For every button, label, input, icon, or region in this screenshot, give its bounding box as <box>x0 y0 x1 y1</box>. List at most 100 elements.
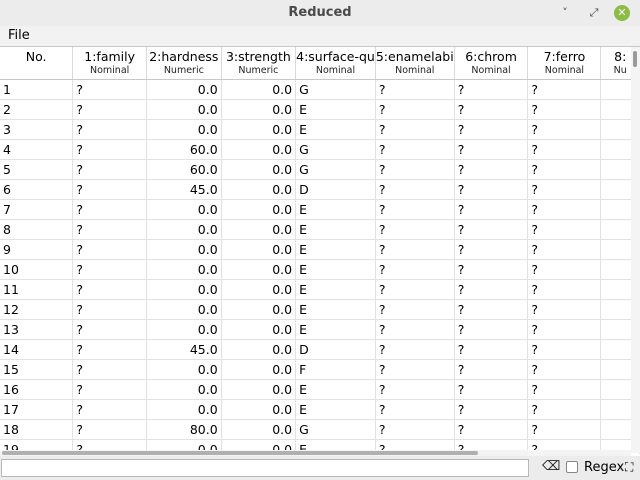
table-cell[interactable]: 0.0 <box>221 359 297 380</box>
table-cell[interactable]: 13 <box>0 319 74 340</box>
table-cell[interactable]: 0.0 <box>221 319 297 340</box>
table-cell[interactable]: G <box>295 419 376 440</box>
table-cell[interactable]: E <box>295 279 376 300</box>
table-cell[interactable]: 18 <box>0 419 74 440</box>
table-cell[interactable]: 0.0 <box>146 199 222 220</box>
table-cell[interactable]: G <box>295 79 376 100</box>
table-cell[interactable]: 12 <box>0 299 74 320</box>
table-cell[interactable]: 0.0 <box>221 159 297 180</box>
table-cell[interactable]: ? <box>454 179 529 200</box>
table-cell[interactable]: ? <box>454 359 529 380</box>
table-cell[interactable]: 0.0 <box>146 259 222 280</box>
table-cell[interactable]: ? <box>527 159 602 180</box>
table-cell[interactable]: ? <box>375 239 455 260</box>
table-cell[interactable]: ? <box>375 299 455 320</box>
table-cell[interactable]: 11 <box>0 279 74 300</box>
table-cell[interactable]: 0.0 <box>221 299 297 320</box>
table-cell[interactable]: 14 <box>0 339 74 360</box>
table-cell[interactable]: ? <box>72 299 147 320</box>
table-cell[interactable]: ? <box>454 99 529 120</box>
table-cell[interactable]: 0.0 <box>221 279 297 300</box>
table-row[interactable]: 2? 0.0 0.0 E??? <box>0 99 640 120</box>
table-cell[interactable]: F <box>295 359 376 380</box>
table-cell[interactable]: ? <box>375 219 455 240</box>
table-cell[interactable]: 15 <box>0 359 74 380</box>
table-cell[interactable]: ? <box>454 399 529 420</box>
table-cell[interactable]: ? <box>454 159 529 180</box>
table-cell[interactable]: 80.0 <box>146 419 222 440</box>
table-cell[interactable]: ? <box>527 79 602 100</box>
table-cell[interactable]: 6 <box>0 179 74 200</box>
table-cell[interactable]: 0.0 <box>221 99 297 120</box>
table-cell[interactable]: ? <box>454 319 529 340</box>
table-row[interactable]: 4? 60.0 0.0 G??? <box>0 139 640 160</box>
table-cell[interactable]: ? <box>527 319 602 340</box>
table-cell[interactable]: 7 <box>0 199 74 220</box>
column-header-7[interactable]: 7:ferro Nominal <box>527 47 602 80</box>
table-cell[interactable]: ? <box>72 399 147 420</box>
table-cell[interactable]: ? <box>527 379 602 400</box>
table-cell[interactable]: G <box>295 159 376 180</box>
table-cell[interactable]: ? <box>72 379 147 400</box>
column-header-4[interactable]: 4:surface-qu Nominal <box>295 47 376 80</box>
table-cell[interactable]: ? <box>375 159 455 180</box>
table-cell[interactable]: ? <box>72 119 147 140</box>
table-cell[interactable]: ? <box>454 219 529 240</box>
table-cell[interactable]: ? <box>72 359 147 380</box>
table-row[interactable]: 8? 0.0 0.0 E??? <box>0 219 640 240</box>
table-cell[interactable]: 0.0 <box>221 219 297 240</box>
vertical-scrollbar[interactable] <box>631 47 640 453</box>
table-cell[interactable]: ? <box>72 419 147 440</box>
table-cell[interactable]: E <box>295 299 376 320</box>
table-cell[interactable]: E <box>295 259 376 280</box>
horizontal-scroll-thumb[interactable] <box>2 451 478 455</box>
maximize-icon[interactable]: ⤢ <box>586 5 602 21</box>
table-cell[interactable]: ? <box>454 279 529 300</box>
table-cell[interactable]: 16 <box>0 379 74 400</box>
table-cell[interactable]: 0.0 <box>221 119 297 140</box>
regex-checkbox[interactable] <box>566 461 578 473</box>
close-icon[interactable]: ✕ <box>614 5 630 21</box>
table-row[interactable]: 12? 0.0 0.0 E??? <box>0 299 640 320</box>
table-cell[interactable]: 5 <box>0 159 74 180</box>
vertical-scroll-thumb[interactable] <box>633 51 637 67</box>
table-cell[interactable]: ? <box>454 199 529 220</box>
search-input[interactable] <box>1 459 529 477</box>
table-cell[interactable]: 2 <box>0 99 74 120</box>
table-cell[interactable]: 8 <box>0 219 74 240</box>
table-cell[interactable]: ? <box>454 259 529 280</box>
table-cell[interactable]: ? <box>454 299 529 320</box>
table-cell[interactable]: G <box>295 139 376 160</box>
table-cell[interactable]: 0.0 <box>146 399 222 420</box>
table-cell[interactable]: 0.0 <box>221 399 297 420</box>
table-cell[interactable]: 0.0 <box>221 339 297 360</box>
table-cell[interactable]: E <box>295 379 376 400</box>
table-cell[interactable]: ? <box>527 119 602 140</box>
table-cell[interactable]: ? <box>72 239 147 260</box>
table-cell[interactable]: E <box>295 239 376 260</box>
table-cell[interactable]: ? <box>527 259 602 280</box>
table-cell[interactable]: 60.0 <box>146 159 222 180</box>
table-cell[interactable]: 0.0 <box>146 99 222 120</box>
table-cell[interactable]: ? <box>72 79 147 100</box>
table-cell[interactable]: ? <box>375 319 455 340</box>
table-cell[interactable]: 0.0 <box>221 79 297 100</box>
table-cell[interactable]: ? <box>375 179 455 200</box>
table-cell[interactable]: 9 <box>0 239 74 260</box>
table-cell[interactable]: 10 <box>0 259 74 280</box>
table-cell[interactable]: 0.0 <box>146 239 222 260</box>
table-cell[interactable]: 0.0 <box>146 319 222 340</box>
table-cell[interactable]: ? <box>454 379 529 400</box>
table-cell[interactable]: E <box>295 219 376 240</box>
table-row[interactable]: 1? 0.0 0.0 G??? <box>0 79 640 100</box>
table-cell[interactable]: 0.0 <box>221 419 297 440</box>
table-cell[interactable]: 17 <box>0 399 74 420</box>
table-cell[interactable]: ? <box>527 139 602 160</box>
table-cell[interactable]: 0.0 <box>146 119 222 140</box>
table-cell[interactable]: 0.0 <box>146 379 222 400</box>
table-cell[interactable]: ? <box>72 279 147 300</box>
binoculars-icon[interactable]: ⛶ <box>625 460 639 474</box>
table-row[interactable]: 10? 0.0 0.0 E??? <box>0 259 640 280</box>
table-cell[interactable]: ? <box>375 199 455 220</box>
table-cell[interactable]: ? <box>72 179 147 200</box>
